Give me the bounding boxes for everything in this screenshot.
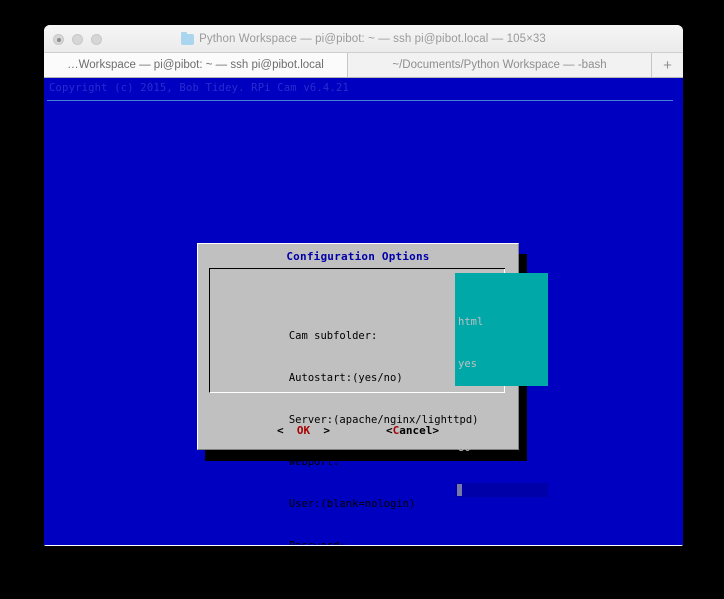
field-value-input[interactable]: [455, 483, 548, 497]
field-row-selected[interactable]: User:(blank=nologin): [213, 483, 548, 510]
field-value[interactable]: apache: [455, 399, 548, 413]
field-value[interactable]: 80: [455, 441, 548, 455]
terminal-copyright-line: Copyright (c) 2015, Bob Tidey. RPi Cam v…: [49, 82, 349, 94]
tab-bash-session[interactable]: ~/Documents/Python Workspace — -bash: [348, 53, 652, 77]
folder-icon: [181, 31, 195, 45]
field-row[interactable]: Server:(apache/nginx/lighttpd) apache: [213, 399, 496, 426]
configuration-options-dialog[interactable]: Configuration Options Cam subfolder: htm…: [197, 243, 548, 545]
field-label: Cam subfolder:: [288, 330, 378, 342]
tab-ssh-session[interactable]: …Workspace — pi@pibot: ~ — ssh pi@pibot.…: [44, 53, 348, 77]
title-wrap: Python Workspace — pi@pibot: ~ — ssh pi@…: [44, 25, 683, 53]
window-titlebar[interactable]: Python Workspace — pi@pibot: ~ — ssh pi@…: [44, 25, 683, 53]
dialog-field-list: Cam subfolder: html Autostart:(yes/no) y…: [213, 273, 548, 545]
close-button[interactable]: [53, 34, 64, 45]
minimize-button[interactable]: [72, 34, 83, 45]
window-controls: [53, 34, 102, 45]
field-value[interactable]: html: [455, 315, 548, 329]
terminal-screen[interactable]: Copyright (c) 2015, Bob Tidey. RPi Cam v…: [44, 78, 683, 545]
field-value[interactable]: [455, 525, 548, 539]
field-label: Autostart:(yes/no): [288, 372, 403, 384]
dialog-form-frame: Cam subfolder: html Autostart:(yes/no) y…: [209, 268, 548, 545]
field-label: Server:(apache/nginx/lighttpd): [288, 414, 479, 426]
window-title: Python Workspace — pi@pibot: ~ — ssh pi@…: [199, 33, 546, 45]
add-tab-button[interactable]: +: [652, 53, 683, 77]
field-label: Password:: [289, 539, 346, 545]
field-value[interactable]: yes: [455, 357, 548, 371]
field-row[interactable]: Cam subfolder: html: [213, 315, 483, 342]
field-row[interactable]: Autostart:(yes/no) yes: [213, 357, 479, 384]
field-row[interactable]: Webport: 80: [213, 441, 479, 468]
tab-bar: …Workspace — pi@pibot: ~ — ssh pi@pibot.…: [44, 53, 683, 78]
terminal-window[interactable]: Python Workspace — pi@pibot: ~ — ssh pi@…: [44, 25, 683, 546]
field-label: Webport:: [288, 456, 340, 468]
maximize-button[interactable]: [91, 34, 102, 45]
field-row[interactable]: Password:: [213, 525, 479, 545]
dialog-title: Configuration Options: [286, 250, 430, 263]
field-label: User:(blank=nologin): [288, 498, 416, 510]
terminal-horizontal-rule: [47, 100, 673, 101]
